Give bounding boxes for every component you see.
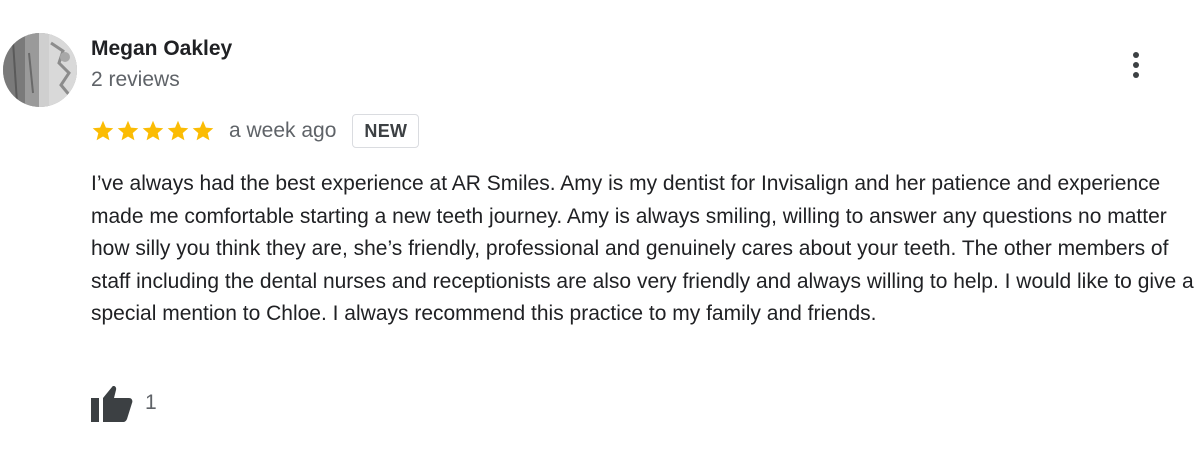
review-meta: a week ago NEW [91,112,420,150]
new-badge: NEW [352,114,420,148]
star-icon [116,119,140,143]
author-review-count: 2 reviews [91,68,180,91]
avatar[interactable] [3,33,77,107]
star-icon [141,119,165,143]
star-icon [166,119,190,143]
review-date: a week ago [229,119,337,142]
like-button[interactable]: 1 [91,384,157,422]
review-text: I’ve always had the best experience at A… [91,172,1194,325]
star-rating [91,119,215,143]
avatar-photo [3,33,77,107]
star-icon [191,119,215,143]
more-vert-icon [1133,52,1139,78]
review-card: Megan Oakley 2 reviews a week ago NEW I’… [0,0,1200,450]
star-icon [91,119,115,143]
author-name[interactable]: Megan Oakley [91,36,232,62]
more-options-button[interactable] [1120,48,1152,82]
like-count: 1 [145,391,157,414]
thumb-up-icon [91,386,133,422]
